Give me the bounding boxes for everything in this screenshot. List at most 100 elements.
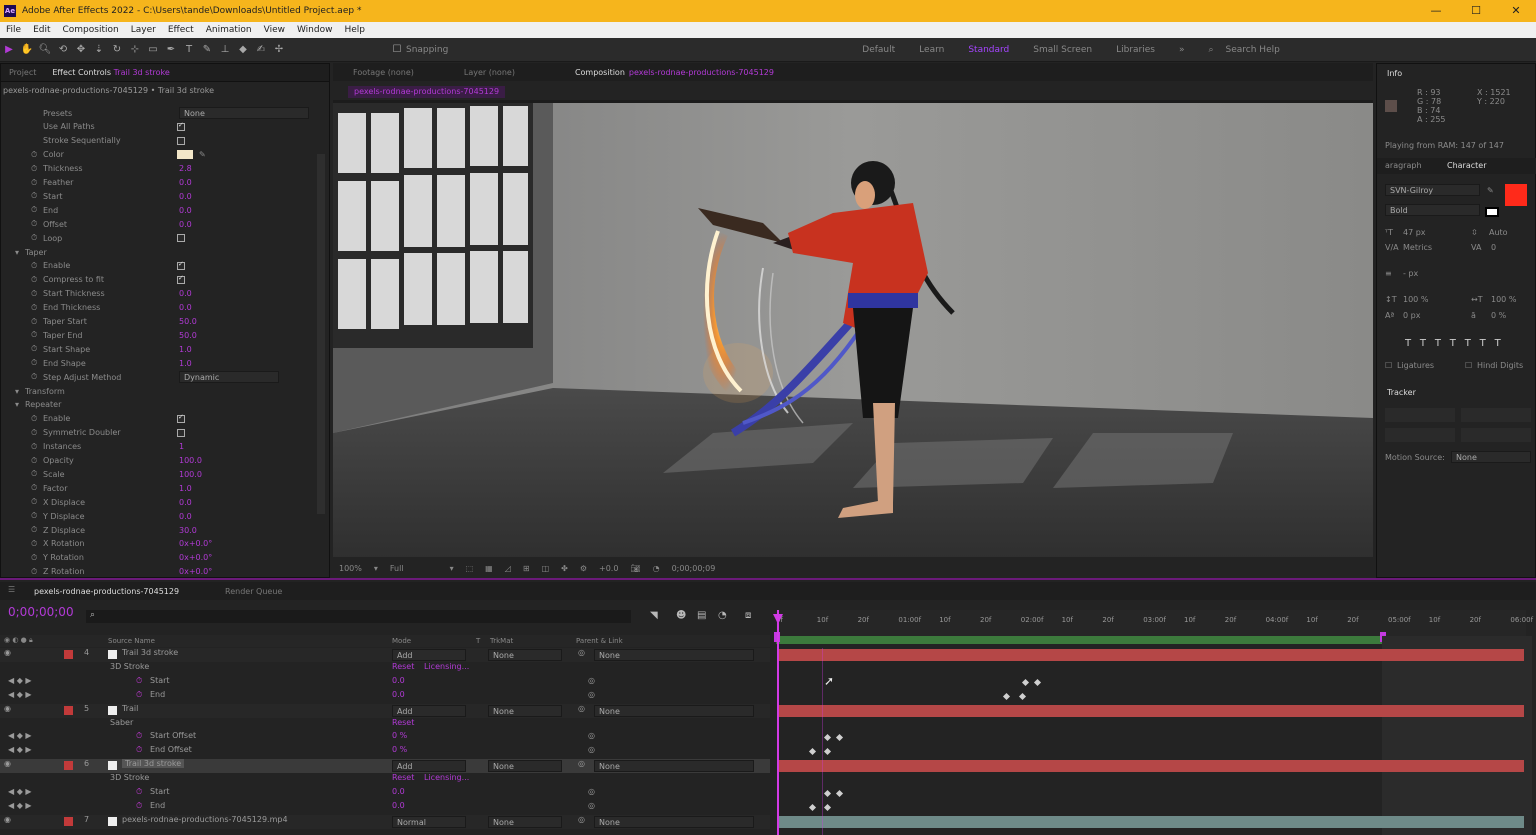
effect-value[interactable]: 0.0 <box>179 289 192 298</box>
expression-pickwhip-icon[interactable]: ◎ <box>588 676 595 685</box>
effect-row-instances[interactable]: ⏱ Instances 1 <box>1 440 331 454</box>
track-camera-button[interactable] <box>1385 408 1455 422</box>
menu-effect[interactable]: Effect <box>162 25 200 35</box>
effect-value[interactable]: 1.0 <box>179 345 192 354</box>
property-name[interactable]: Saber <box>110 718 133 727</box>
property-name[interactable]: 3D Stroke <box>110 662 149 671</box>
effect-row-thickness[interactable]: ⏱ Thickness 2.8 <box>1 162 331 176</box>
workspace-learn[interactable]: Learn <box>919 45 944 55</box>
menu-edit[interactable]: Edit <box>27 25 56 35</box>
effect-value[interactable]: 0.0 <box>179 206 192 215</box>
keyframe-icon[interactable] <box>808 803 817 811</box>
effect-row-feather[interactable]: ⏱ Feather 0.0 <box>1 176 331 190</box>
stopwatch-icon[interactable]: ⏱ <box>31 289 37 299</box>
keyframe-icon[interactable] <box>823 803 832 811</box>
info-tab[interactable]: Info <box>1387 69 1402 78</box>
more-workspaces-icon[interactable]: » <box>1179 45 1185 55</box>
col-mode[interactable]: Mode <box>392 637 411 645</box>
tab-footage[interactable]: Footage (none) <box>353 68 414 77</box>
stopwatch-icon[interactable]: ⏱ <box>31 358 37 368</box>
layer-name[interactable]: Trail <box>122 704 138 713</box>
tab-character[interactable]: Character <box>1447 161 1487 170</box>
effect-row-factor[interactable]: ⏱ Factor 1.0 <box>1 481 331 495</box>
work-area-bar[interactable] <box>776 636 1382 644</box>
stopwatch-icon[interactable]: ⏱ <box>31 191 37 201</box>
tracker-tab[interactable]: Tracker <box>1387 388 1416 397</box>
tab-layer[interactable]: Layer (none) <box>464 68 515 77</box>
effect-row-stroke-sequentially[interactable]: Stroke Sequentially <box>1 134 331 148</box>
leading-value[interactable]: Auto <box>1489 228 1508 237</box>
expression-pickwhip-icon[interactable]: ◎ <box>588 801 595 810</box>
ligatures-checkbox-icon[interactable]: ☐ <box>1385 361 1392 370</box>
stopwatch-icon[interactable]: ⏱ <box>31 469 37 479</box>
type-tool-icon[interactable]: T <box>180 41 198 59</box>
resolution-dropdown[interactable]: Full <box>390 564 404 573</box>
keyframe-icon[interactable] <box>1002 692 1011 700</box>
effect-value[interactable]: 0.0 <box>179 178 192 187</box>
effect-row-y-rotation[interactable]: ⏱ Y Rotation 0x+0.0° <box>1 551 331 565</box>
viewer-timecode[interactable]: 0;00;00;09 <box>672 564 716 573</box>
minimize-icon[interactable]: — <box>1416 0 1456 22</box>
menu-file[interactable]: File <box>0 25 27 35</box>
font-family-dropdown[interactable]: SVN-Gilroy <box>1385 184 1480 196</box>
effect-row-start-shape[interactable]: ⏱ Start Shape 1.0 <box>1 342 331 356</box>
stroke-color-swatch[interactable] <box>177 150 193 160</box>
menu-composition[interactable]: Composition <box>57 25 125 35</box>
keyframe-navigator-icon[interactable]: ◀ ◆ ▶ <box>8 787 32 796</box>
eyedropper-icon[interactable]: ✎ <box>199 150 206 159</box>
property-value[interactable]: 0.0 <box>392 787 405 796</box>
current-timecode[interactable]: 0;00;00;00 <box>8 605 74 619</box>
dolly-tool-icon[interactable]: ⇣ <box>90 41 108 59</box>
exposure-icon[interactable]: ⚙ <box>580 564 587 573</box>
stopwatch-icon[interactable]: ⏱ <box>31 164 37 174</box>
layer-search-input[interactable] <box>86 610 631 623</box>
expression-pickwhip-icon[interactable]: ◎ <box>588 731 595 740</box>
pick-whip-icon[interactable]: ◎ <box>578 759 585 768</box>
playhead[interactable] <box>777 610 779 835</box>
timeline-property-row[interactable]: End ◀ ◆ ▶ ⏱ 0.0 ◎ <box>0 690 770 704</box>
orbit-tool-icon[interactable]: ⟲ <box>54 41 72 59</box>
parent-dropdown[interactable]: None <box>594 815 754 828</box>
keyframe-icon[interactable] <box>835 789 844 798</box>
tab-project[interactable]: Project <box>1 68 44 77</box>
property-name[interactable]: End <box>150 801 165 810</box>
property-value[interactable]: 0 % <box>392 731 407 740</box>
effect-checkbox[interactable] <box>177 234 185 243</box>
effect-row-start-thickness[interactable]: ⏱ Start Thickness 0.0 <box>1 287 331 301</box>
hand-tool-icon[interactable]: ✋ <box>18 41 36 59</box>
timeline-property-row[interactable]: 3D Stroke Reset Licensing... <box>0 773 770 787</box>
licensing-link[interactable]: Licensing... <box>424 662 469 671</box>
roto-brush-tool-icon[interactable]: ✍ <box>252 41 270 59</box>
stopwatch-icon[interactable]: ⏱ <box>136 787 142 797</box>
col-trkmat[interactable]: TrkMat <box>490 637 513 645</box>
col-source-name[interactable]: Source Name <box>108 637 155 645</box>
stopwatch-icon[interactable]: ⏱ <box>31 525 37 535</box>
effect-value[interactable]: 2.8 <box>179 164 192 173</box>
pick-whip-icon[interactable]: ◎ <box>578 648 585 657</box>
effect-row-repeater[interactable]: ▾ Repeater <box>1 398 331 412</box>
timeline-layer-row[interactable]: ◉ 6 Trail 3d stroke Add None ◎ None <box>0 759 770 774</box>
visibility-eye-icon[interactable]: ◉ <box>4 648 11 657</box>
trkmat-dropdown[interactable]: None <box>488 649 562 661</box>
property-name[interactable]: End Offset <box>150 745 192 754</box>
menu-window[interactable]: Window <box>291 25 339 35</box>
label-color-swatch[interactable] <box>64 650 73 659</box>
stopwatch-icon[interactable]: ⏱ <box>31 344 37 354</box>
fill-color-swatch[interactable] <box>1505 184 1527 206</box>
twirl-icon[interactable]: ▾ <box>15 387 19 396</box>
keyframe-icon[interactable] <box>823 789 832 798</box>
stopwatch-icon[interactable]: ⏱ <box>31 178 37 188</box>
zoom-tool-icon[interactable]: 🔍︎ <box>36 41 54 59</box>
zoom-dropdown[interactable]: 100% <box>339 564 362 573</box>
tracking-value[interactable]: 0 <box>1491 243 1496 252</box>
workspace-default[interactable]: Default <box>862 45 895 55</box>
maximize-icon[interactable]: ☐ <box>1456 0 1496 22</box>
motion-blur-icon[interactable]: ◔ <box>718 610 727 621</box>
stroke-color-swatch[interactable] <box>1485 207 1499 217</box>
effect-row-use-all-paths[interactable]: Use All Paths <box>1 120 331 134</box>
menu-animation[interactable]: Animation <box>200 25 258 35</box>
search-help-field[interactable]: Search Help <box>1226 45 1280 55</box>
effect-value[interactable]: 1.0 <box>179 484 192 493</box>
effect-row-loop[interactable]: ⏱ Loop <box>1 231 331 245</box>
effect-value[interactable]: 0x+0.0° <box>179 567 212 576</box>
